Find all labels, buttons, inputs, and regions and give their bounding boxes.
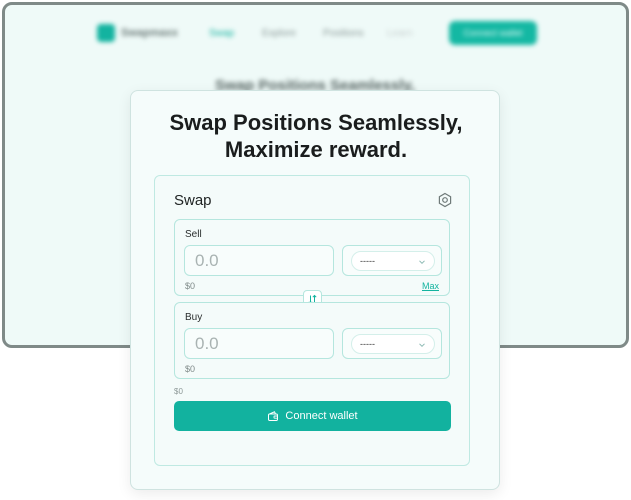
sell-token-value: ----- xyxy=(360,256,375,266)
background-nav-swap: Swap xyxy=(209,27,235,39)
hero-title: Swap Positions Seamlessly, Maximize rewa… xyxy=(131,109,501,163)
max-button[interactable]: Max xyxy=(422,281,439,291)
wallet-icon xyxy=(268,411,279,421)
sell-usd-value: $0 xyxy=(185,281,196,291)
gear-icon[interactable] xyxy=(437,192,453,208)
swap-title: Swap xyxy=(174,192,212,209)
buy-label: Buy xyxy=(185,312,203,323)
buy-token-value: ----- xyxy=(360,339,375,349)
background-brand: Swapmaxx xyxy=(121,27,178,39)
sell-panel: Sell ----- $0 Max xyxy=(174,219,450,296)
buy-token-select[interactable]: ----- xyxy=(342,328,442,359)
background-logo xyxy=(97,24,115,42)
background-connect-button: Connect wallet xyxy=(449,21,537,45)
chevron-down-icon xyxy=(419,260,425,265)
buy-usd-value: $0 xyxy=(185,364,196,374)
buy-panel: Buy ----- $0 xyxy=(174,302,450,379)
connect-wallet-button[interactable]: Connect wallet xyxy=(174,401,451,431)
hero-title-line1: Swap Positions Seamlessly, xyxy=(169,110,463,135)
sell-token-select[interactable]: ----- xyxy=(342,245,442,276)
chevron-down-icon xyxy=(419,343,425,348)
page: Swapmaxx Swap Explore Positions Learn Co… xyxy=(0,0,631,500)
background-nav-explore: Explore xyxy=(262,27,296,39)
background-nav-learn: Learn xyxy=(387,27,413,39)
sell-label: Sell xyxy=(185,229,202,240)
sell-amount-input[interactable] xyxy=(184,245,334,276)
sell-token-pill: ----- xyxy=(351,251,435,271)
buy-amount-input[interactable] xyxy=(184,328,334,359)
background-nav-positions: Positions xyxy=(323,27,364,39)
buy-token-pill: ----- xyxy=(351,334,435,354)
hero-title-line2: Maximize reward. xyxy=(224,137,408,162)
swap-card: Swap Positions Seamlessly, Maximize rewa… xyxy=(130,90,500,490)
background-navbar: Swapmaxx Swap Explore Positions Learn Co… xyxy=(97,21,537,45)
swap-widget: Swap Sell ----- $0 Max xyxy=(154,175,470,466)
total-usd-value: $0 xyxy=(174,387,183,396)
connect-wallet-label: Connect wallet xyxy=(285,410,358,422)
